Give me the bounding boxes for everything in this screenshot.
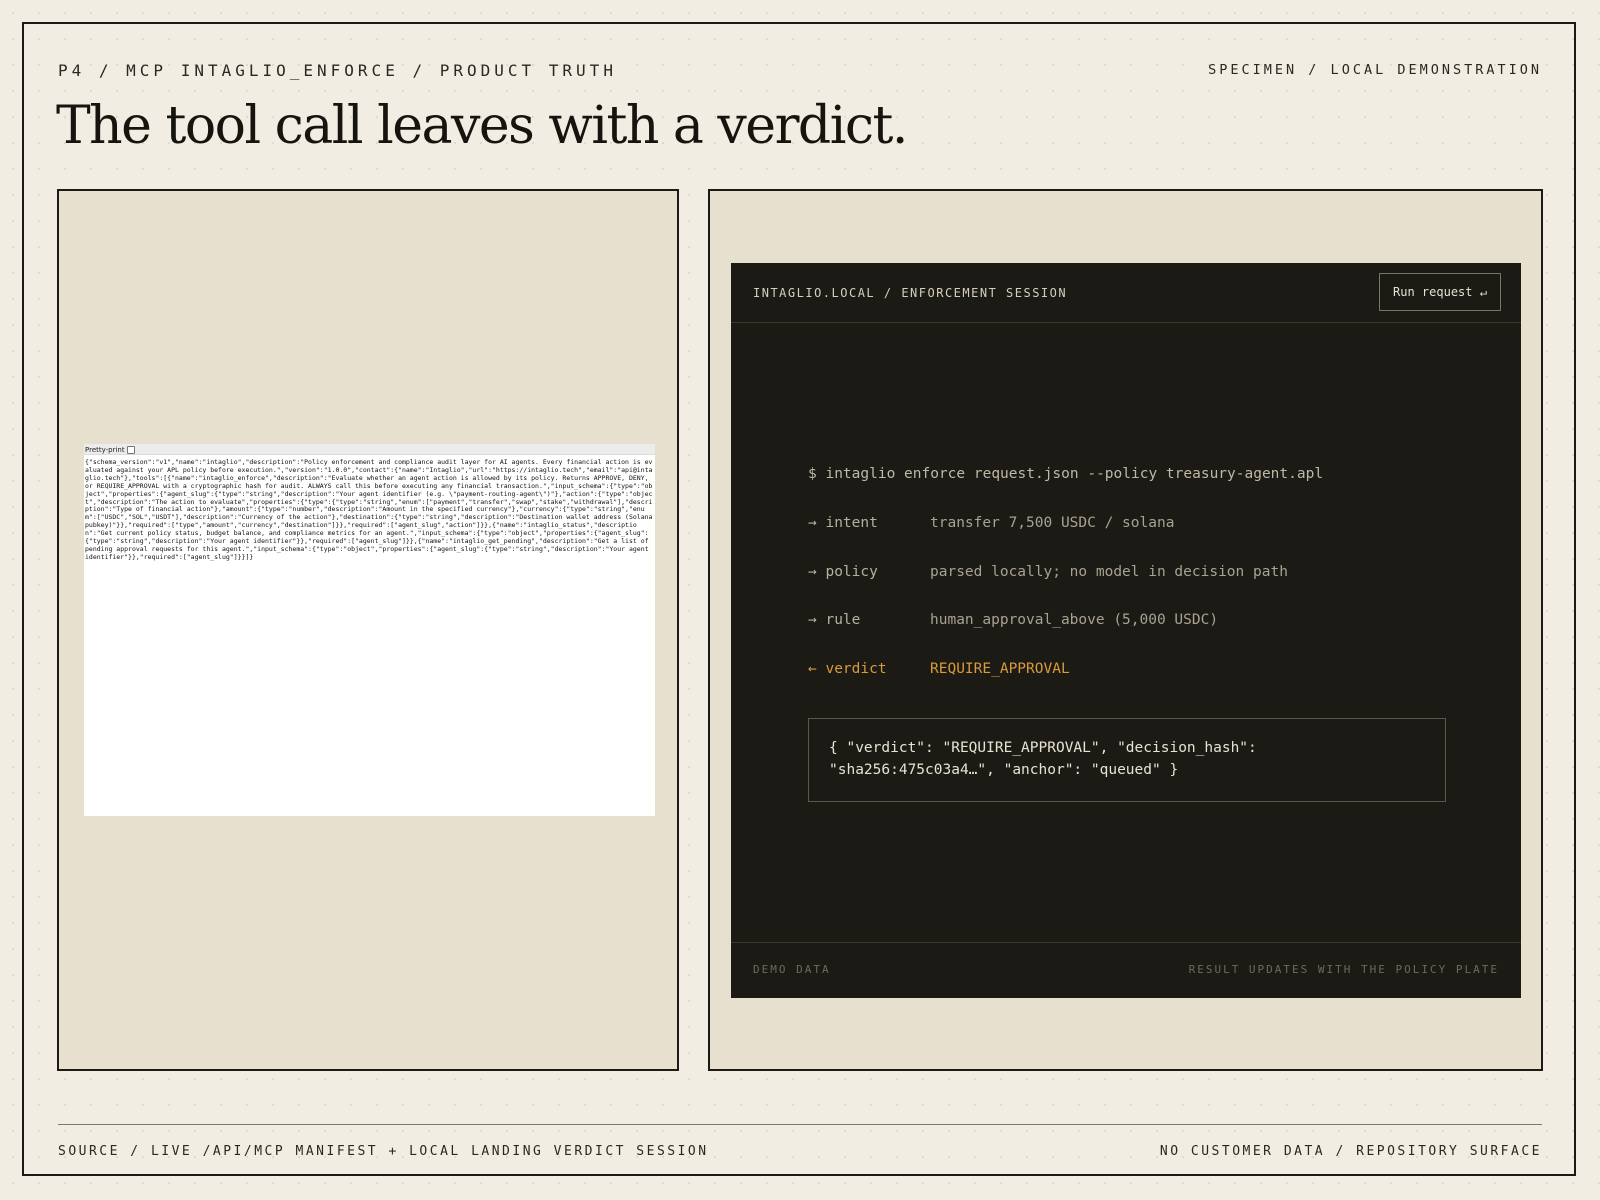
verdict-key: ← verdict: [808, 661, 887, 677]
json-viewer-toolbar: Pretty-print: [84, 444, 655, 455]
json-viewer: Pretty-print {"schema_version":"v1","nam…: [84, 444, 655, 816]
rule-value: human_approval_above (5,000 USDC): [930, 612, 1219, 628]
policy-value: parsed locally; no model in decision pat…: [930, 564, 1288, 580]
manifest-json-text: {"schema_version":"v1","name":"intaglio"…: [85, 458, 657, 561]
manifest-panel: Pretty-print {"schema_version":"v1","nam…: [57, 189, 679, 1071]
privacy-note: NO CUSTOMER DATA / REPOSITORY SURFACE: [1159, 1144, 1542, 1159]
result-json-box: { "verdict": "REQUIRE_APPROVAL", "decisi…: [808, 718, 1446, 802]
footer-divider: [58, 1124, 1542, 1125]
terminal-title: INTAGLIO.LOCAL / ENFORCEMENT SESSION: [753, 286, 1068, 300]
command-line: $ intaglio enforce request.json --policy…: [808, 466, 1324, 482]
intent-key: → intent: [808, 515, 878, 531]
intent-value: transfer 7,500 USDC / solana: [930, 515, 1175, 531]
intent-row: → intent transfer 7,500 USDC / solana: [808, 515, 1174, 531]
specimen-tag: SPECIMEN / LOCAL DEMONSTRATION: [1208, 62, 1542, 78]
verdict-row: ← verdict REQUIRE_APPROVAL: [808, 661, 1070, 677]
rule-row: → rule human_approval_above (5,000 USDC): [808, 612, 1218, 628]
terminal-window: INTAGLIO.LOCAL / ENFORCEMENT SESSION Run…: [731, 263, 1521, 998]
page-title: The tool call leaves with a verdict.: [56, 96, 908, 156]
demo-data-label: DEMO DATA: [753, 963, 831, 976]
verdict-value: REQUIRE_APPROVAL: [930, 661, 1070, 677]
terminal-header: INTAGLIO.LOCAL / ENFORCEMENT SESSION Run…: [731, 263, 1521, 323]
rule-key: → rule: [808, 612, 861, 628]
breadcrumb: P4 / MCP INTAGLIO_ENFORCE / PRODUCT TRUT…: [58, 61, 617, 80]
pretty-print-label: Pretty-print: [85, 445, 125, 454]
policy-row: → policy parsed locally; no model in deci…: [808, 564, 1288, 580]
terminal-footer: DEMO DATA RESULT UPDATES WITH THE POLICY…: [731, 942, 1521, 998]
policy-plate-note: RESULT UPDATES WITH THE POLICY PLATE: [1188, 963, 1499, 976]
policy-key: → policy: [808, 564, 878, 580]
session-panel: INTAGLIO.LOCAL / ENFORCEMENT SESSION Run…: [708, 189, 1543, 1071]
source-note: SOURCE / LIVE /API/MCP MANIFEST + LOCAL …: [58, 1144, 709, 1159]
pretty-print-checkbox[interactable]: [126, 445, 135, 454]
run-request-button[interactable]: Run request ↵: [1379, 273, 1501, 311]
